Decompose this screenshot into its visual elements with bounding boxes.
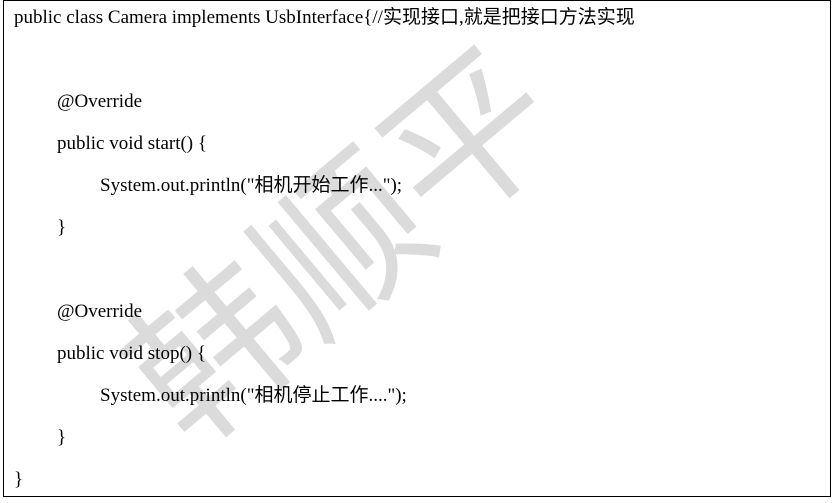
code-line-override-annotation: @Override [57,91,143,112]
code-line-start-close-brace: } [57,217,67,238]
code-line-override-annotation-2: @Override [57,301,143,322]
code-block [3,0,831,497]
code-line-stop-println: System.out.println("相机停止工作...."); [100,385,407,406]
code-line-start-println: System.out.println("相机开始工作..."); [100,175,403,196]
code-line-start-method: public void start() { [57,133,208,154]
code-line-class-declaration: public class Camera implements UsbInterf… [14,7,635,28]
code-line-stop-method: public void stop() { [57,343,206,364]
code-line-stop-close-brace: } [57,427,67,448]
code-line-class-close-brace: } [14,469,24,490]
